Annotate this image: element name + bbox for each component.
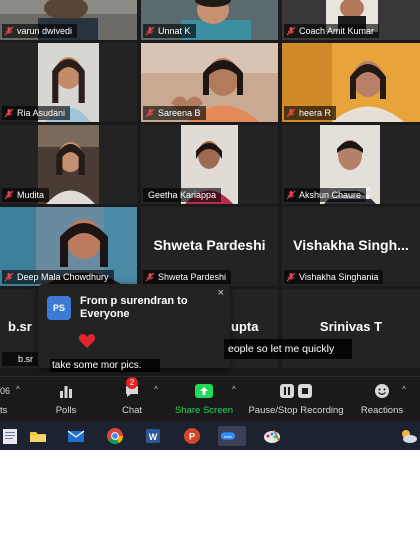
svg-text:W: W <box>149 432 158 442</box>
muted-mic-icon <box>4 26 14 36</box>
reactions-button[interactable]: Reactions <box>358 380 406 422</box>
mail-icon[interactable] <box>66 426 86 446</box>
muted-mic-icon <box>145 272 155 282</box>
muted-mic-icon <box>286 190 296 200</box>
muted-mic-icon <box>4 108 14 118</box>
participants-button-partial[interactable]: 06 ts <box>0 380 14 422</box>
pause-stop-recording-label: Pause/Stop Recording <box>248 405 344 416</box>
nametag: Akshun Chaure <box>284 188 367 202</box>
notepad-icon[interactable] <box>0 426 20 446</box>
nametag: Deep Mala Chowdhury <box>2 270 114 284</box>
muted-mic-icon <box>145 108 155 118</box>
share-screen-icon <box>174 380 234 402</box>
share-screen-button[interactable]: Share Screen <box>174 380 234 422</box>
participant-name: Geetha Kariappa <box>148 190 217 200</box>
participant-display-name: Srinivas T <box>319 319 383 334</box>
muted-mic-icon <box>286 26 296 36</box>
chevron-up-icon[interactable]: ^ <box>154 385 158 394</box>
file-explorer-icon[interactable] <box>28 426 48 446</box>
share-screen-label: Share Screen <box>174 405 234 416</box>
tile-shweta[interactable]: Shweta Pardeshi Shweta Pardeshi <box>141 207 278 286</box>
chat-label: Chat <box>121 405 143 416</box>
nametag: Shweta Pardeshi <box>143 270 232 284</box>
close-icon[interactable]: × <box>218 287 224 299</box>
windows-taskbar: W P zoom <box>0 422 420 450</box>
participant-name: Ria Asudani <box>17 108 66 118</box>
tile-geetha[interactable]: Geetha Kariappa <box>141 125 278 204</box>
participant-name: Unnat K <box>158 26 191 36</box>
reactions-label: Reactions <box>360 405 404 416</box>
tile-akshun[interactable]: Akshun Chaure <box>282 125 420 204</box>
muted-mic-icon <box>145 26 155 36</box>
zoom-meeting-window: varun dwivedi Unnat K Coach Amit Kumar R… <box>0 0 420 450</box>
participant-name: Sareena B <box>158 108 201 118</box>
zoom-icon[interactable]: zoom <box>218 426 246 446</box>
tile-unnat[interactable]: Unnat K <box>141 0 278 40</box>
tile-vishakha[interactable]: Vishakha Singh... Vishakha Singhania <box>282 207 420 286</box>
powerpoint-icon[interactable]: P <box>182 426 202 446</box>
participant-display-name: Vishakha Singh... <box>293 237 409 253</box>
chat-unread-badge: 2 <box>126 377 138 389</box>
live-caption-line: eople so let me quickly <box>224 339 352 359</box>
red-heart-icon <box>78 332 96 350</box>
nametag: b.sr <box>2 352 39 366</box>
tile-varun[interactable]: varun dwivedi <box>0 0 137 40</box>
chrome-icon[interactable] <box>105 426 125 446</box>
nametag: Geetha Kariappa <box>143 188 222 202</box>
meeting-toolbar: 06 ts ^ Polls 2 Chat ^ Share Screen ^ Pa… <box>0 376 420 422</box>
word-icon[interactable]: W <box>143 426 163 446</box>
sender-avatar: PS <box>47 296 71 320</box>
participant-display-name: Shweta Pardeshi <box>153 237 266 253</box>
chat-notification-popup[interactable]: PS From p surendran to Everyone × <box>38 284 230 368</box>
svg-text:zoom: zoom <box>224 435 233 439</box>
polls-icon <box>46 380 86 402</box>
chat-button[interactable]: 2 Chat <box>114 377 150 422</box>
nametag: Coach Amit Kumar <box>284 24 380 38</box>
polls-button[interactable]: Polls <box>46 380 86 422</box>
tile-heera[interactable]: heera R <box>282 43 420 122</box>
nametag: Sareena B <box>143 106 206 120</box>
svg-text:P: P <box>189 432 195 442</box>
nametag: Vishakha Singhania <box>284 270 384 284</box>
muted-mic-icon <box>4 272 14 282</box>
nametag: Ria Asudani <box>2 106 71 120</box>
pause-stop-recording-button[interactable]: Pause/Stop Recording <box>246 380 346 422</box>
chevron-up-icon[interactable]: ^ <box>16 385 20 394</box>
live-caption-line-2: take some mor pics. <box>50 359 160 372</box>
nametag: Mudita <box>2 188 50 202</box>
muted-mic-icon <box>4 190 14 200</box>
participant-name: varun dwivedi <box>17 26 73 36</box>
chat-notification-title: From p surendran to Everyone <box>80 295 188 320</box>
tile-mudita[interactable]: Mudita <box>0 125 137 204</box>
participant-name: Deep Mala Chowdhury <box>17 272 109 282</box>
participant-name: Shweta Pardeshi <box>158 272 227 282</box>
tile-deep-mala-active-speaker[interactable]: Deep Mala Chowdhury <box>0 207 137 286</box>
tile-coach[interactable]: Coach Amit Kumar <box>282 0 420 40</box>
nametag: varun dwivedi <box>2 24 78 38</box>
nametag: heera R <box>284 106 337 120</box>
muted-mic-icon <box>286 108 296 118</box>
reactions-icon <box>358 380 406 402</box>
participant-name: Vishakha Singhania <box>299 272 379 282</box>
participants-label-partial: ts <box>0 405 8 416</box>
paint-icon[interactable] <box>262 426 282 446</box>
chevron-up-icon[interactable]: ^ <box>402 385 406 394</box>
participant-count: 06 <box>0 386 11 396</box>
chat-icon: 2 <box>114 377 150 402</box>
participant-display-name: upta <box>231 319 259 334</box>
participant-name: Akshun Chaure <box>299 190 362 200</box>
participant-name: b.sr <box>18 354 34 364</box>
weather-icon[interactable] <box>398 426 418 446</box>
participant-name: Mudita <box>17 190 45 200</box>
participant-name: heera R <box>299 108 332 118</box>
polls-label: Polls <box>55 405 77 416</box>
nametag: Unnat K <box>143 24 196 38</box>
muted-mic-icon <box>286 272 296 282</box>
tile-sareena[interactable]: Sareena B <box>141 43 278 122</box>
participant-name: Coach Amit Kumar <box>299 26 375 36</box>
chevron-up-icon[interactable]: ^ <box>232 385 236 394</box>
tile-ria[interactable]: Ria Asudani <box>0 43 137 122</box>
pause-stop-icon <box>246 380 346 402</box>
